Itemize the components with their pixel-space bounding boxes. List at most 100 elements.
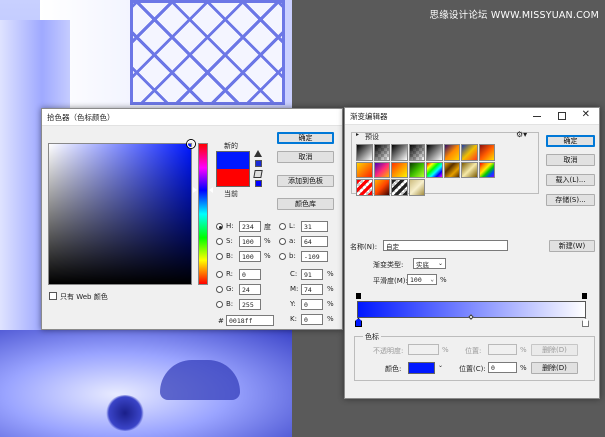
preset-swatch[interactable]	[408, 144, 425, 161]
preset-swatch[interactable]	[461, 161, 478, 178]
preset-swatch[interactable]	[426, 144, 443, 161]
hue-unit: 度	[264, 223, 271, 231]
preset-swatch[interactable]	[356, 144, 373, 161]
brightness-radio[interactable]	[216, 253, 223, 260]
add-to-swatches-button[interactable]: 添加到色板	[277, 175, 334, 187]
gradient-ok-button[interactable]: 确定	[546, 135, 595, 147]
opacity-unit: %	[442, 346, 449, 354]
opacity-delete-button[interactable]: 删除(D)	[531, 344, 578, 356]
preset-swatch[interactable]	[373, 179, 390, 196]
opacity-input[interactable]	[408, 344, 439, 355]
watermark: 思缘设计论坛 WWW.MISSYUAN.COM	[429, 10, 599, 21]
lab-a-input[interactable]: 64	[301, 236, 328, 247]
lab-l-input[interactable]: 31	[301, 221, 328, 232]
preset-swatch[interactable]	[391, 179, 408, 196]
saturation-input[interactable]: 100	[239, 236, 261, 247]
yellow-input[interactable]: 0	[301, 299, 323, 310]
gradient-cancel-button[interactable]: 取消	[546, 154, 595, 166]
web-safe-swatch[interactable]	[255, 180, 262, 187]
opacity-stop-right[interactable]	[582, 293, 587, 299]
chevron-down-icon: ⌄	[437, 260, 443, 267]
green-radio[interactable]	[216, 286, 223, 293]
preset-swatch[interactable]	[391, 144, 408, 161]
preset-swatch[interactable]	[391, 161, 408, 178]
picker-cancel-button[interactable]: 取消	[277, 151, 334, 163]
gradient-titlebar: 渐变编辑器 ✕	[345, 108, 599, 125]
hue-slider[interactable]	[198, 143, 208, 285]
preset-swatch[interactable]	[426, 161, 443, 178]
presets-expand-icon[interactable]: ▸	[356, 131, 359, 138]
preset-swatch[interactable]	[408, 179, 425, 196]
gamut-warning-icon[interactable]	[254, 150, 262, 157]
maximize-icon[interactable]	[558, 112, 566, 120]
preset-swatch[interactable]	[443, 144, 460, 161]
preset-swatch[interactable]	[373, 161, 390, 178]
load-button[interactable]: 载入(L)...	[546, 174, 595, 186]
red-input[interactable]: 0	[239, 269, 261, 280]
gamut-swatch[interactable]	[255, 160, 262, 167]
preset-swatch[interactable]	[478, 144, 495, 161]
new-gradient-button[interactable]: 新建(W)	[549, 240, 595, 252]
color-location-input[interactable]: 0	[488, 362, 517, 373]
hue-slider-arrow-left-icon[interactable]	[193, 187, 197, 193]
smoothness-input[interactable]: 100 ⌄	[407, 274, 437, 285]
opacity-stop-left[interactable]	[356, 293, 361, 299]
saturation-radio[interactable]	[216, 238, 223, 245]
opacity-location-input[interactable]	[488, 344, 517, 355]
lab-a-radio[interactable]	[279, 238, 286, 245]
close-icon[interactable]: ✕	[582, 109, 590, 120]
hex-input[interactable]: 0018ff	[226, 315, 274, 326]
picker-ok-button[interactable]: 确定	[277, 132, 334, 144]
color-stop-left[interactable]	[355, 318, 362, 327]
red-label: R:	[226, 270, 234, 278]
picker-titlebar: 拾色器（色标颜色）	[42, 109, 342, 126]
lab-b-radio[interactable]	[279, 253, 286, 260]
minimize-icon[interactable]	[533, 116, 541, 117]
current-color-swatch[interactable]	[216, 169, 250, 187]
blue-input[interactable]: 255	[239, 299, 261, 310]
web-colors-checkbox[interactable]	[49, 292, 57, 300]
red-radio[interactable]	[216, 271, 223, 278]
black-label: K:	[290, 315, 297, 323]
blue-radio[interactable]	[216, 301, 223, 308]
magenta-input[interactable]: 74	[301, 284, 323, 295]
preset-swatch[interactable]	[373, 144, 390, 161]
blue-label: B:	[226, 300, 234, 308]
preset-swatch[interactable]	[461, 144, 478, 161]
lab-b-input[interactable]: -109	[301, 251, 328, 262]
hex-label: #	[218, 317, 224, 325]
stop-color-swatch[interactable]	[408, 362, 435, 374]
saturation-brightness-field[interactable]	[48, 140, 195, 285]
stop-color-chevron-icon[interactable]: ⌄	[438, 362, 443, 369]
opacity-location-label: 位置:	[465, 347, 482, 355]
magenta-label: M:	[290, 285, 299, 293]
hue-radio[interactable]	[216, 223, 223, 230]
black-input[interactable]: 0	[301, 314, 323, 325]
color-delete-button[interactable]: 删除(D)	[531, 362, 578, 374]
magenta-unit: %	[327, 285, 334, 293]
stops-group: 色标 不透明度: % 位置: % 删除(D) 颜色: ⌄ 位置(C): 0 % …	[354, 332, 595, 381]
web-safe-cube-icon[interactable]	[253, 170, 263, 178]
preset-swatch[interactable]	[356, 179, 373, 196]
opacity-location-unit: %	[520, 346, 527, 354]
stops-label: 色标	[363, 332, 381, 342]
presets-gear-icon[interactable]: ⚙▾	[516, 130, 527, 139]
preset-swatch[interactable]	[356, 161, 373, 178]
green-label: G:	[226, 285, 234, 293]
color-libraries-button[interactable]: 颜色库	[277, 198, 334, 210]
brightness-input[interactable]: 100	[239, 251, 261, 262]
cyan-input[interactable]: 91	[301, 269, 323, 280]
save-button[interactable]: 存储(S)...	[546, 194, 595, 206]
color-stop-right[interactable]	[582, 318, 589, 327]
color-cursor[interactable]	[187, 140, 195, 148]
hue-slider-arrow-right-icon[interactable]	[209, 187, 213, 193]
preset-swatch[interactable]	[443, 161, 460, 178]
preset-swatch[interactable]	[408, 161, 425, 178]
preset-swatch[interactable]	[478, 161, 495, 178]
lab-l-radio[interactable]	[279, 223, 286, 230]
brightness-unit: %	[264, 252, 271, 260]
hue-input[interactable]: 234	[239, 221, 261, 232]
gradient-type-select[interactable]: 实底 ⌄	[413, 258, 446, 269]
name-input[interactable]: 自定	[383, 240, 508, 251]
green-input[interactable]: 24	[239, 284, 261, 295]
